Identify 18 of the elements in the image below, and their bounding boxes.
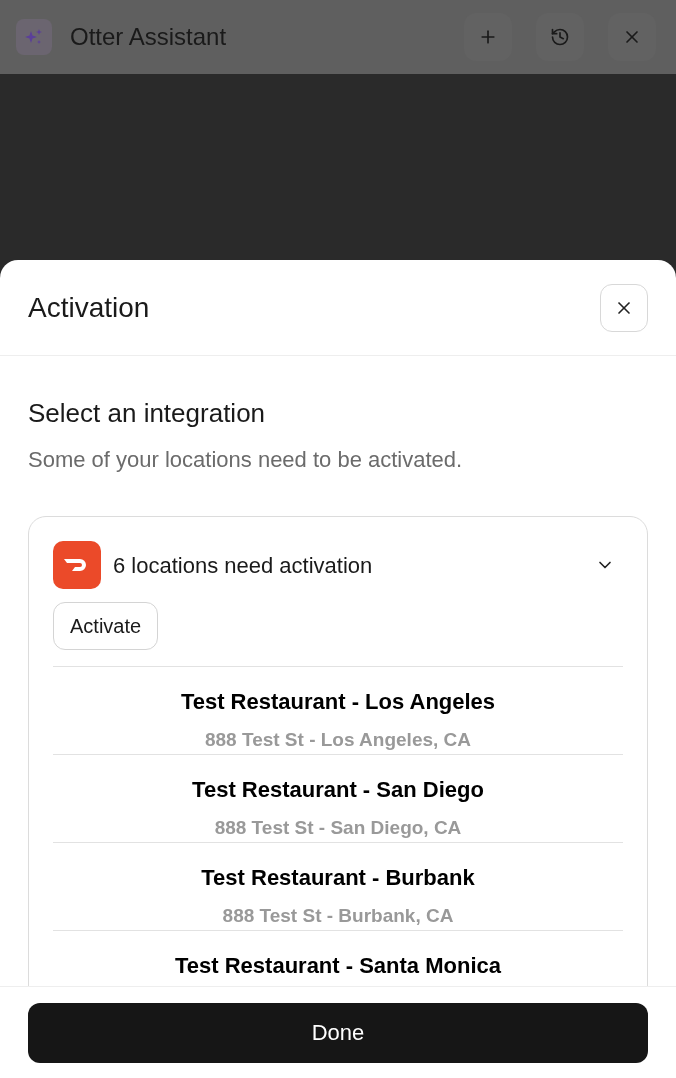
sheet-title: Activation <box>28 290 150 325</box>
delivery-logo-icon <box>53 541 101 589</box>
close-button[interactable] <box>600 283 648 332</box>
section-heading: Select an integration <box>28 397 267 430</box>
app-title: Otter Assistant <box>70 22 227 52</box>
integration-summary: 6 locations need activation <box>113 551 373 580</box>
activate-button[interactable]: Activate <box>53 602 159 650</box>
section-subtitle: Some of your locations need to be activated. <box>28 446 464 474</box>
location-name: Test Restaurant - Burbank <box>201 864 475 892</box>
history-icon <box>550 27 570 47</box>
sparkle-icon <box>16 19 52 55</box>
done-button[interactable]: Done <box>28 1002 648 1063</box>
location-name: Test Restaurant - Los Angeles <box>180 688 496 716</box>
location-address: 888 Test St - San Diego, CA <box>214 816 462 840</box>
location-address: 888 Test St - Los Angeles, CA <box>204 728 472 752</box>
location-address: 888 Test St - Burbank, CA <box>222 904 454 928</box>
location-name: Test Restaurant - Santa Monica <box>175 952 501 980</box>
location-name: Test Restaurant - San Diego <box>192 776 484 804</box>
